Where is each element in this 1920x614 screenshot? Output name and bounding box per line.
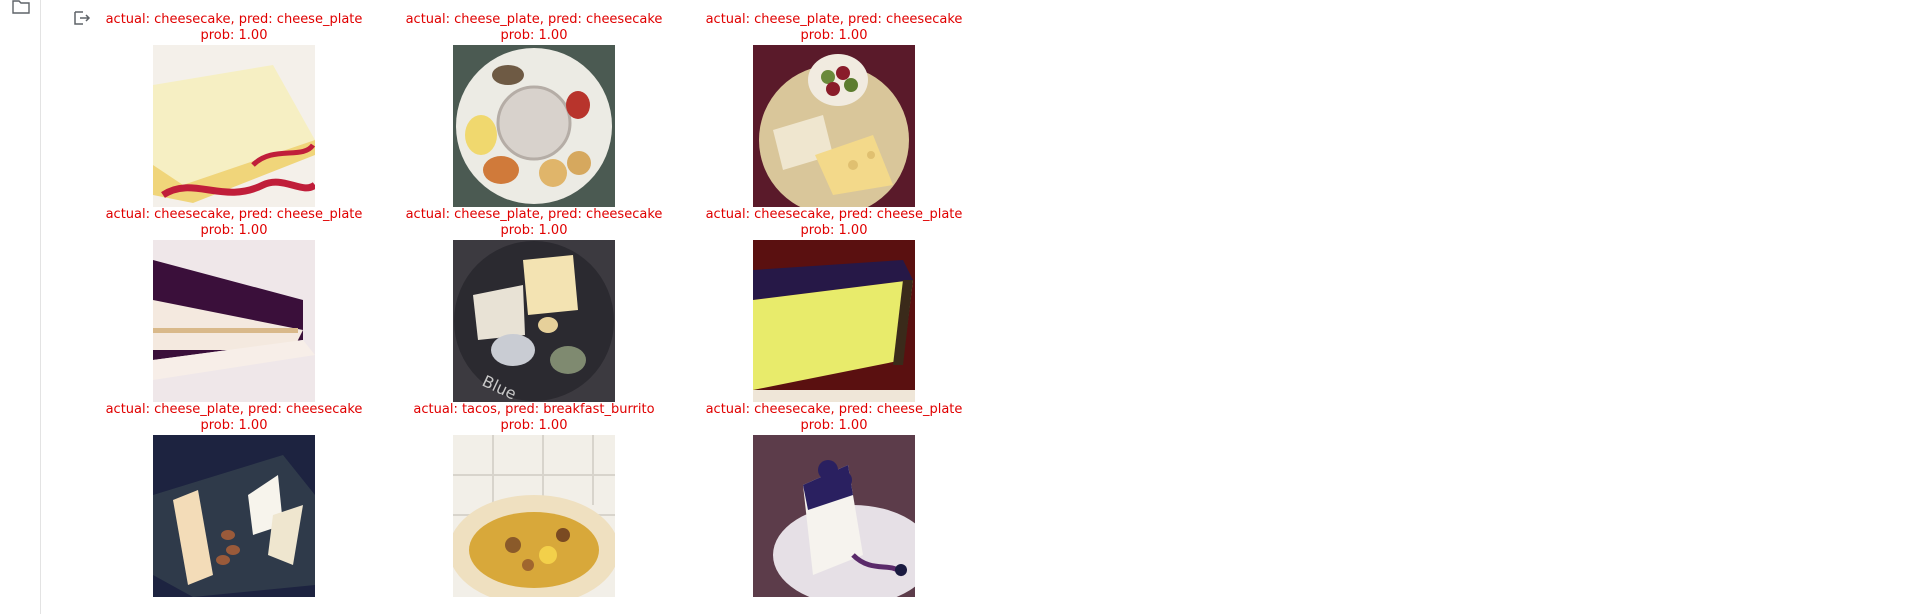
- prediction-title: actual: cheesecake, pred: cheese_plate: [105, 207, 363, 222]
- prediction-title: actual: cheese_plate, pred: cheesecake: [705, 12, 963, 27]
- prediction-title: actual: cheesecake, pred: cheese_plate: [105, 12, 363, 27]
- prediction-cell: actual: cheesecake, pred: cheese_plate p…: [684, 402, 984, 597]
- prediction-prob: prob: 1.00: [500, 222, 568, 238]
- prediction-prob: prob: 1.00: [800, 222, 868, 238]
- food-image-cheesecake: [153, 240, 315, 402]
- prediction-cell: actual: cheese_plate, pred: cheesecake p…: [84, 402, 384, 597]
- prediction-prob: prob: 1.00: [200, 222, 268, 238]
- prediction-title: actual: cheese_plate, pred: cheesecake: [405, 207, 663, 222]
- prediction-cell: actual: tacos, pred: breakfast_burrito p…: [384, 402, 684, 597]
- prediction-prob: prob: 1.00: [800, 27, 868, 43]
- food-image-cheesecake: [753, 435, 915, 597]
- prediction-title: actual: tacos, pred: breakfast_burrito: [413, 402, 655, 417]
- food-image-cheese-plate: [753, 45, 915, 207]
- prediction-cell: actual: cheesecake, pred: cheese_plate p…: [684, 207, 984, 402]
- notebook-left-rail: [0, 0, 41, 614]
- prediction-prob: prob: 1.00: [500, 417, 568, 433]
- prediction-prob: prob: 1.00: [200, 417, 268, 433]
- prediction-title: actual: cheesecake, pred: cheese_plate: [705, 207, 963, 222]
- prediction-cell: actual: cheese_plate, pred: cheesecake p…: [384, 12, 684, 207]
- food-image-cheese-plate: [153, 435, 315, 597]
- food-image-cheese-plate: Blue: [453, 240, 615, 402]
- prediction-cell: actual: cheese_plate, pred: cheesecake p…: [384, 207, 684, 402]
- prediction-title: actual: cheesecake, pred: cheese_plate: [705, 402, 963, 417]
- prediction-title: actual: cheese_plate, pred: cheesecake: [405, 12, 663, 27]
- prediction-prob: prob: 1.00: [200, 27, 268, 43]
- folder-icon[interactable]: [12, 0, 30, 14]
- prediction-cell: actual: cheese_plate, pred: cheesecake p…: [684, 12, 984, 207]
- food-image-tacos: [453, 435, 615, 597]
- prediction-prob: prob: 1.00: [500, 27, 568, 43]
- prediction-cell: actual: cheesecake, pred: cheese_plate p…: [84, 12, 384, 207]
- prediction-cell: actual: cheesecake, pred: cheese_plate p…: [84, 207, 384, 402]
- food-image-cheesecake: [753, 240, 915, 402]
- prediction-prob: prob: 1.00: [800, 417, 868, 433]
- food-image-cheesecake: [153, 45, 315, 207]
- food-image-cheese-plate: [453, 45, 615, 207]
- prediction-title: actual: cheese_plate, pred: cheesecake: [105, 402, 363, 417]
